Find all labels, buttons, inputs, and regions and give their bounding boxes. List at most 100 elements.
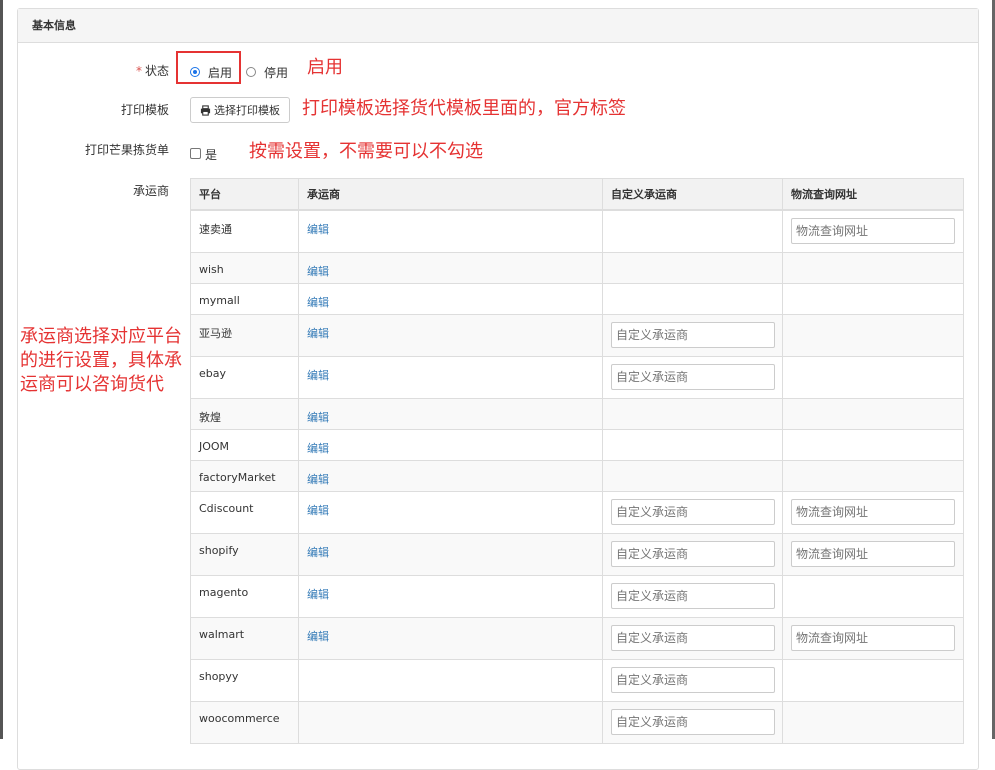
custom-carrier-input[interactable] (611, 498, 775, 525)
carrier-cell: 编辑 (298, 459, 603, 492)
platform-name: Cdiscount (190, 490, 299, 534)
edit-carrier-link[interactable]: 编辑 (307, 223, 329, 236)
platform-name: shopyy (190, 658, 299, 702)
annotation-status: 启用 (307, 57, 343, 78)
tracking-url-cell (782, 282, 964, 315)
custom-carrier-input[interactable] (611, 666, 775, 693)
col-header-tracking-url: 物流查询网址 (782, 178, 964, 211)
carrier-cell: 编辑 (298, 574, 603, 618)
carrier-cell (298, 700, 603, 744)
carrier-table-body: 速卖通编辑wish编辑mymall编辑亚马逊编辑ebay编辑敦煌编辑JOOM编辑… (190, 209, 964, 744)
tracking-url-cell (782, 658, 964, 702)
carrier-cell (298, 658, 603, 702)
table-row: 敦煌 编辑 (190, 397, 964, 430)
carrier-cell: 编辑 (298, 490, 603, 534)
carrier-cell: 编辑 (298, 428, 603, 461)
annotation-carrier-line: 的进行设置，具体承 (20, 350, 182, 371)
edit-carrier-link[interactable]: 编辑 (307, 504, 329, 517)
custom-carrier-cell (602, 313, 783, 357)
custom-carrier-cell (602, 282, 783, 315)
tracking-url-cell (782, 532, 964, 576)
panel-title: 基本信息 (18, 9, 978, 43)
pick-list-checkbox-label[interactable]: 是 (205, 146, 217, 163)
platform-name: 亚马逊 (190, 313, 299, 357)
pick-list-label: 打印芒果拣货单 (84, 143, 169, 157)
custom-carrier-cell (602, 459, 783, 492)
annotation-print-template: 打印模板选择货代模板里面的，官方标签 (302, 98, 626, 119)
custom-carrier-cell (602, 209, 783, 253)
custom-carrier-cell (602, 490, 783, 534)
tracking-url-input[interactable] (791, 218, 955, 244)
custom-carrier-input[interactable] (611, 582, 775, 609)
tracking-url-cell (782, 574, 964, 618)
carrier-table: 平台 承运商 自定义承运商 物流查询网址 速卖通编辑wish编辑mymall编辑… (190, 178, 964, 744)
table-row: 亚马逊 编辑 (190, 313, 964, 357)
table-row: mymall 编辑 (190, 282, 964, 315)
annotation-carrier-line: 运商可以咨询货代 (20, 374, 164, 395)
tracking-url-cell (782, 313, 964, 357)
custom-carrier-input[interactable] (611, 624, 775, 651)
edit-carrier-link[interactable]: 编辑 (307, 630, 329, 643)
platform-name: 敦煌 (190, 397, 299, 430)
status-label-text: 状态 (144, 64, 169, 78)
print-template-label: 打印模板 (120, 103, 169, 117)
carrier-cell: 编辑 (298, 313, 603, 357)
annotation-carrier-line: 承运商选择对应平台 (20, 326, 182, 347)
platform-name: woocommerce (190, 700, 299, 744)
carrier-cell: 编辑 (298, 532, 603, 576)
platform-name: JOOM (190, 428, 299, 461)
carrier-cell: 编辑 (298, 616, 603, 660)
edit-carrier-link[interactable]: 编辑 (307, 265, 329, 278)
table-row: walmart 编辑 (190, 616, 964, 660)
platform-name: walmart (190, 616, 299, 660)
table-row: JOOM 编辑 (190, 428, 964, 461)
tracking-url-cell (782, 459, 964, 492)
tracking-url-cell (782, 397, 964, 430)
table-row: wish 编辑 (190, 251, 964, 284)
tracking-url-input[interactable] (791, 540, 955, 567)
custom-carrier-input[interactable] (611, 363, 775, 390)
carrier-label: 承运商 (132, 184, 169, 198)
edit-carrier-link[interactable]: 编辑 (307, 327, 329, 340)
pick-list-checkbox[interactable] (190, 148, 201, 159)
edit-carrier-link[interactable]: 编辑 (307, 442, 329, 455)
select-print-template-label: 选择打印模板 (214, 104, 280, 117)
edit-carrier-link[interactable]: 编辑 (307, 369, 329, 382)
tracking-url-cell (782, 251, 964, 284)
custom-carrier-cell (602, 532, 783, 576)
tracking-url-cell (782, 355, 964, 399)
custom-carrier-input[interactable] (611, 540, 775, 567)
custom-carrier-input[interactable] (611, 708, 775, 735)
custom-carrier-input[interactable] (611, 321, 775, 348)
custom-carrier-cell (602, 251, 783, 284)
carrier-cell: 编辑 (298, 397, 603, 430)
edit-carrier-link[interactable]: 编辑 (307, 296, 329, 309)
col-header-platform: 平台 (190, 178, 299, 211)
edit-carrier-link[interactable]: 编辑 (307, 411, 329, 424)
tracking-url-cell (782, 616, 964, 660)
edit-carrier-link[interactable]: 编辑 (307, 546, 329, 559)
tracking-url-cell (782, 428, 964, 461)
table-row: Cdiscount 编辑 (190, 490, 964, 534)
status-label: * 状态 (29, 62, 169, 79)
tracking-url-input[interactable] (791, 498, 955, 525)
tracking-url-input[interactable] (791, 624, 955, 651)
custom-carrier-cell (602, 616, 783, 660)
window-edge-left (0, 0, 3, 739)
table-row: ebay 编辑 (190, 355, 964, 399)
status-enabled-label[interactable]: 启用 (208, 64, 232, 81)
status-enabled-radio[interactable] (190, 67, 200, 77)
required-mark: * (135, 64, 142, 78)
status-disabled-radio[interactable] (246, 67, 256, 77)
tracking-url-cell (782, 490, 964, 534)
edit-carrier-link[interactable]: 编辑 (307, 473, 329, 486)
table-row: 速卖通 编辑 (190, 209, 964, 253)
custom-carrier-cell (602, 574, 783, 618)
carrier-cell: 编辑 (298, 355, 603, 399)
table-row: magento 编辑 (190, 574, 964, 618)
status-disabled-label[interactable]: 停用 (264, 64, 288, 81)
edit-carrier-link[interactable]: 编辑 (307, 588, 329, 601)
table-row: woocommerce (190, 700, 964, 744)
tracking-url-cell (782, 209, 964, 253)
select-print-template-button[interactable]: 选择打印模板 (190, 97, 290, 123)
